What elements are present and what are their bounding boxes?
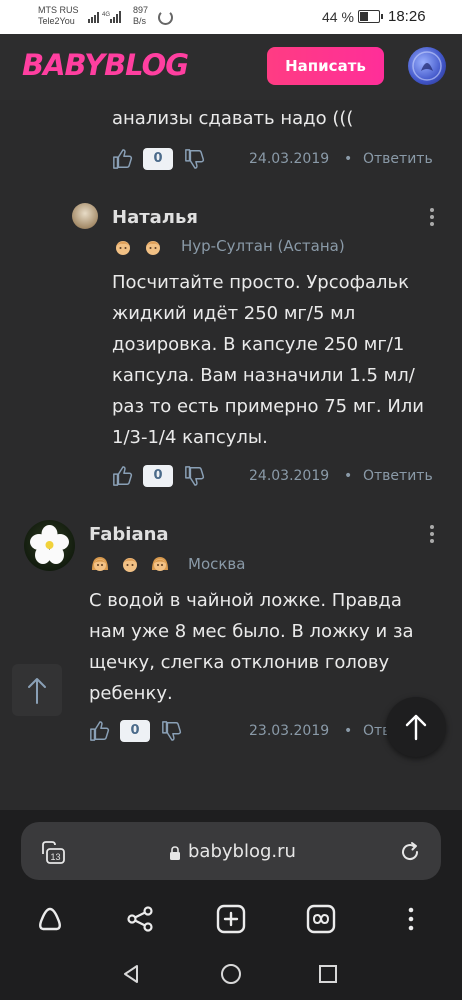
girl-icon — [92, 557, 108, 571]
reply-link[interactable]: Ответить — [363, 723, 387, 739]
author-location: Нур-Султан (Астана) — [181, 237, 345, 255]
comment-line: ребенку. — [89, 683, 173, 704]
comment-line: дозировка. В капсуле 250 мг/1 — [112, 334, 405, 355]
like-count: 0 — [143, 148, 173, 170]
comment-date: 24.03.2019 — [249, 468, 330, 484]
network-speed: 897 B/s — [133, 5, 148, 27]
dislike-icon[interactable] — [184, 464, 206, 488]
avatar-image — [412, 51, 442, 81]
girl-icon — [152, 557, 168, 571]
alice-icon[interactable] — [34, 903, 66, 935]
clock: 18:26 — [388, 8, 426, 25]
comment-date: 24.03.2019 — [249, 151, 330, 167]
reply-link[interactable]: Ответить — [363, 151, 433, 167]
battery-icon — [358, 10, 383, 23]
like-icon[interactable] — [89, 719, 111, 743]
boy-icon — [123, 558, 137, 572]
network-type: 4G — [102, 12, 110, 18]
author-name[interactable]: Наталья — [112, 207, 198, 228]
comment-line: жидкий идёт 250 мг/5 мл — [112, 303, 356, 324]
carrier-info: MTS RUS Tele2You — [38, 5, 79, 27]
battery-percent: 44 % — [322, 9, 354, 25]
sync-icon — [158, 10, 173, 25]
back-nav-icon[interactable] — [119, 962, 143, 986]
boy-icon — [146, 241, 160, 255]
comment-line: щечку, слегка отклонив голову — [89, 652, 390, 673]
services-icon[interactable] — [305, 903, 337, 935]
author-location: Москва — [188, 555, 246, 573]
site-header: BABYBLOG Написать — [0, 34, 462, 100]
dislike-icon[interactable] — [161, 719, 183, 743]
speed-value: 897 — [133, 5, 149, 15]
like-count: 0 — [143, 465, 173, 487]
avatar[interactable] — [24, 520, 75, 571]
comment-date: 23.03.2019 — [249, 723, 330, 739]
avatar[interactable] — [72, 203, 98, 229]
comment-line: капсула. Вам назначили 1.5 мл/ — [112, 365, 415, 386]
browser-bar: 13 babyblog.ru — [0, 810, 462, 1000]
speed-unit: B/s — [133, 16, 147, 26]
user-avatar[interactable] — [408, 47, 446, 85]
like-count: 0 — [120, 720, 150, 742]
url-text[interactable]: babyblog.ru — [188, 841, 296, 862]
comment-line: раз то есть примерно 75 мг. Или — [112, 396, 425, 417]
separator-dot: • — [344, 723, 353, 739]
tabs-icon[interactable]: 13 — [39, 839, 65, 865]
comments-feed[interactable]: анализы сдавать надо ((( 0 24.03.2019 • … — [0, 100, 462, 810]
like-icon[interactable] — [112, 464, 134, 488]
signal-icon: 4G — [88, 11, 121, 23]
write-button[interactable]: Написать — [267, 47, 384, 85]
new-tab-icon[interactable] — [215, 903, 247, 935]
recents-nav-icon[interactable] — [316, 962, 340, 986]
site-logo[interactable]: BABYBLOG — [22, 48, 189, 82]
comment-actions: 0 23.03.2019 • Ответить — [89, 717, 389, 747]
address-bar[interactable]: 13 babyblog.ru — [21, 822, 441, 880]
scroll-top-button[interactable] — [12, 664, 62, 716]
comment-actions: 0 24.03.2019 • Ответить — [112, 462, 442, 492]
battery-fill — [360, 12, 368, 21]
menu-icon[interactable] — [395, 903, 427, 935]
more-options-icon[interactable] — [429, 524, 435, 544]
more-options-icon[interactable] — [429, 207, 435, 227]
status-bar: MTS RUS Tele2You 4G 897 B/s 44 % 18:26 — [0, 0, 462, 34]
carrier-name-2: Tele2You — [38, 16, 75, 26]
reload-icon[interactable] — [399, 841, 421, 863]
separator-dot: • — [344, 468, 353, 484]
carrier-name-1: MTS RUS — [38, 5, 79, 15]
like-icon[interactable] — [112, 147, 134, 171]
comment-line: нам уже 8 мес было. В ложку и за — [89, 621, 414, 642]
home-nav-icon[interactable] — [219, 962, 243, 986]
comment-line: С водой в чайной ложке. Правда — [89, 590, 402, 611]
comment-line: 1/3-1/4 капсулы. — [112, 427, 268, 448]
comment-line: Посчитайте просто. Урсофальк — [112, 272, 410, 293]
share-icon[interactable] — [124, 903, 156, 935]
separator-dot: • — [344, 151, 353, 167]
boy-icon — [116, 241, 130, 255]
reply-link[interactable]: Ответить — [363, 468, 433, 484]
arrow-up-icon — [28, 678, 46, 704]
author-name[interactable]: Fabiana — [89, 524, 169, 545]
arrow-up-icon — [405, 714, 427, 741]
tabs-count: 13 — [50, 852, 60, 862]
dislike-icon[interactable] — [184, 147, 206, 171]
comment-actions: 0 24.03.2019 • Ответить — [112, 145, 442, 175]
scroll-top-fab[interactable] — [386, 697, 446, 757]
lock-icon — [170, 846, 180, 860]
flower-image — [30, 525, 69, 564]
comment-text: анализы сдавать надо ((( — [112, 108, 354, 129]
